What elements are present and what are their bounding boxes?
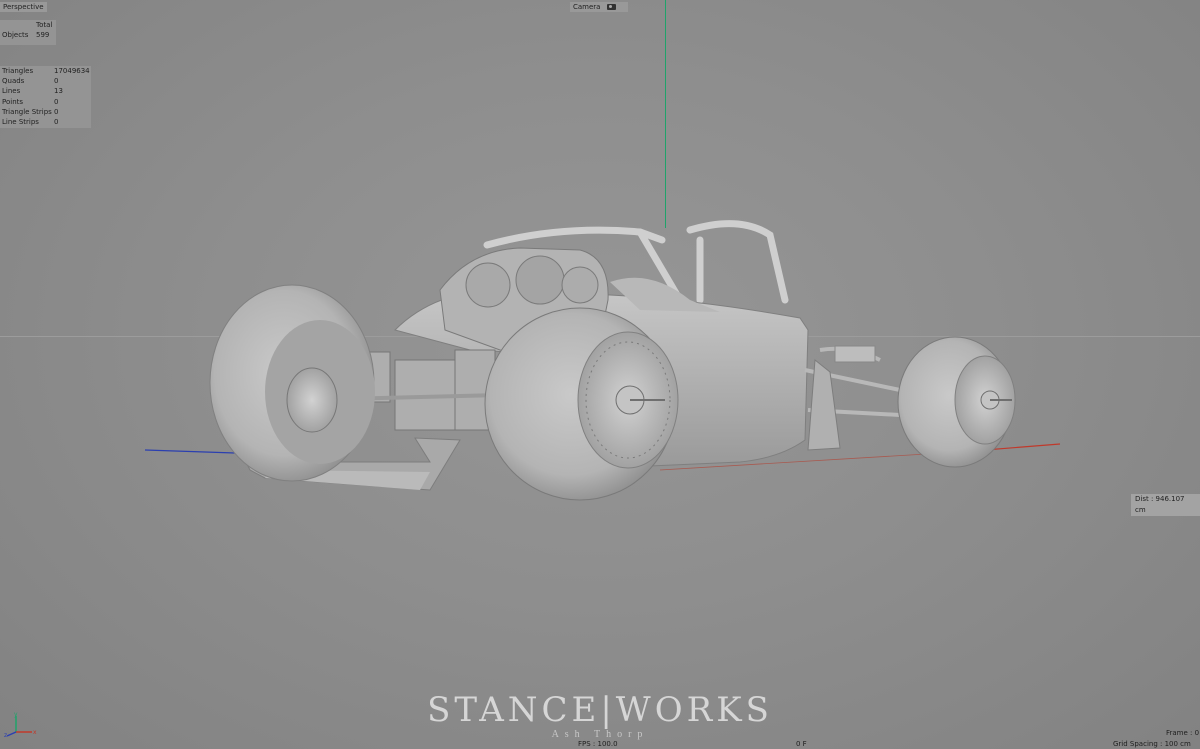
grid-spacing-readout: Grid Spacing : 100 cm	[1113, 740, 1191, 748]
wheel-rear-left	[209, 284, 375, 482]
view-name-text: Perspective	[3, 3, 44, 11]
stat-value: 0	[54, 97, 59, 106]
poly-stats-row: Triangle Strips 0	[0, 107, 91, 117]
object-stats-header-row: Total	[0, 20, 56, 30]
poly-stats-row: Quads 0	[0, 76, 91, 86]
view-name-label[interactable]: Perspective	[0, 2, 47, 12]
car-model-render[interactable]	[0, 0, 1200, 749]
stat-label: Triangle Strips	[2, 107, 52, 116]
stat-value: 13	[54, 87, 63, 96]
poly-stats-row: Line Strips 0	[0, 117, 91, 127]
3d-viewport[interactable]: Perspective Camera Total Objects 599 Tri…	[0, 0, 1200, 749]
camera-icon	[606, 4, 616, 10]
svg-text:x: x	[33, 729, 37, 736]
poly-stats-row: Points 0	[0, 97, 91, 107]
poly-stats-row: Triangles 17049634	[0, 66, 91, 76]
stat-value: 0	[54, 107, 59, 116]
objects-value: 599	[36, 31, 50, 40]
poly-stats-row: Lines 13	[0, 86, 91, 96]
object-stats-row: Objects 599	[0, 30, 56, 40]
axis-gizmo-icon: y x z	[4, 712, 37, 738]
distance-readout: Dist : 946.107 cm	[1131, 494, 1200, 516]
frame-counter: 0 F	[796, 740, 807, 748]
stat-label: Triangles	[2, 67, 34, 75]
stat-value: 0	[54, 77, 59, 86]
camera-label-text: Camera	[573, 3, 601, 11]
stanceworks-logo: STANCE|WORKS	[427, 690, 773, 730]
stat-label: Quads	[2, 77, 25, 86]
frame-readout: Frame : 0	[1166, 729, 1200, 737]
svg-text:z: z	[4, 732, 7, 738]
camera-selector[interactable]: Camera	[570, 2, 628, 12]
object-stats-header: Total	[36, 21, 53, 29]
stat-label: Line Strips	[2, 117, 39, 126]
objects-label: Objects	[2, 31, 29, 40]
fps-readout: FPS : 100.0	[578, 740, 618, 748]
stat-label: Points	[2, 97, 24, 106]
stat-label: Lines	[2, 87, 21, 96]
svg-text:y: y	[14, 712, 18, 718]
poly-stats-panel: Triangles 17049634 Quads 0 Lines 13 Poin…	[0, 66, 91, 128]
wheel-front-right	[897, 336, 1016, 468]
stat-value: 17049634	[54, 67, 90, 75]
stat-value: 0	[54, 117, 59, 126]
object-stats-panel: Total Objects 599	[0, 20, 56, 45]
